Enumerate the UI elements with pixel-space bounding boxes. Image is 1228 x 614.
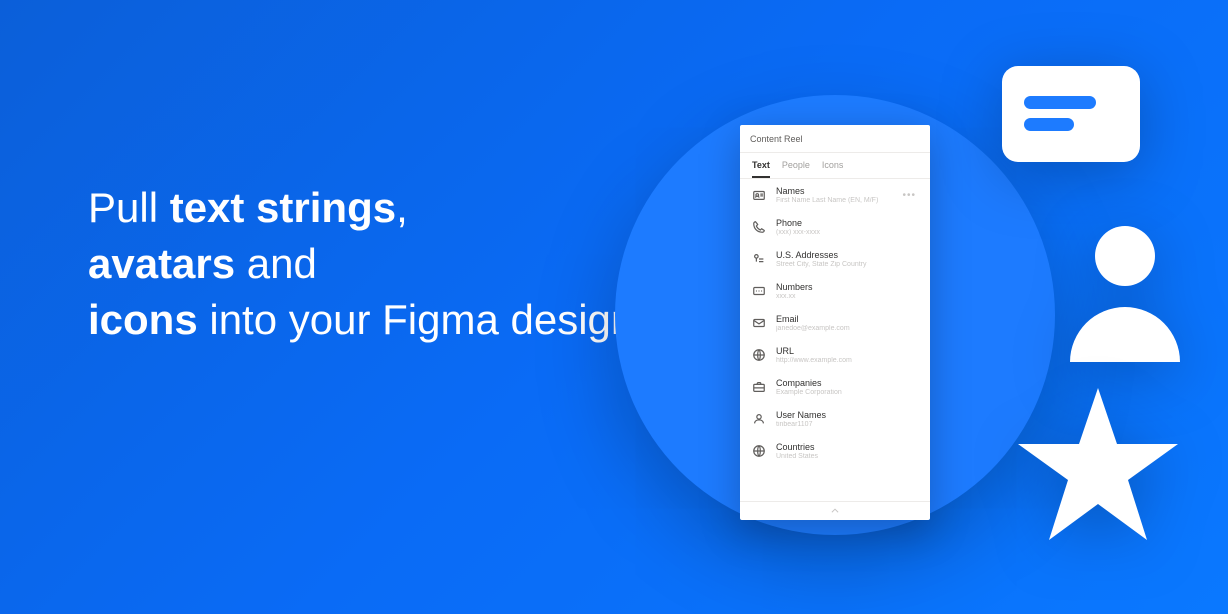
list-text: NamesFirst Name Last Name (EN, M/F) <box>776 186 890 204</box>
headline-part: into your Figma designs <box>198 296 656 343</box>
more-icon[interactable]: ••• <box>900 190 918 201</box>
list-item[interactable]: Emailjanedoe@example.com <box>740 307 930 339</box>
list-label: Email <box>776 314 918 324</box>
name-tag-icon <box>752 188 766 202</box>
star-icon <box>1018 388 1178 540</box>
list-sublabel: First Name Last Name (EN, M/F) <box>776 197 890 204</box>
globe-icon <box>752 444 766 458</box>
list-sublabel: Street City, State Zip Country <box>776 261 918 268</box>
list-item[interactable]: U.S. AddressesStreet City, State Zip Cou… <box>740 243 930 275</box>
list-item[interactable]: User Namestinbear1107 <box>740 403 930 435</box>
list-text: Emailjanedoe@example.com <box>776 314 918 332</box>
list-item[interactable]: NamesFirst Name Last Name (EN, M/F) ••• <box>740 179 930 211</box>
headline-bold: avatars <box>88 240 235 287</box>
list-sublabel: tinbear1107 <box>776 421 918 428</box>
panel-header: Content Reel <box>740 125 930 153</box>
headline-part: and <box>235 240 317 287</box>
tab-text[interactable]: Text <box>752 153 770 178</box>
list-label: Companies <box>776 378 918 388</box>
headline-part: , <box>396 184 408 231</box>
list-sublabel: janedoe@example.com <box>776 325 918 332</box>
list-sublabel: http://www.example.com <box>776 357 918 364</box>
list-label: Countries <box>776 442 918 452</box>
hero-headline: Pull text strings, avatars and icons int… <box>88 180 655 348</box>
list-label: URL <box>776 346 918 356</box>
user-icon <box>752 412 766 426</box>
list-text: User Namestinbear1107 <box>776 410 918 428</box>
list-item[interactable]: CountriesUnited States <box>740 435 930 467</box>
list-label: U.S. Addresses <box>776 250 918 260</box>
panel-title: Content Reel <box>750 134 803 144</box>
list-item[interactable]: Phone(xxx) xxx-xxxx <box>740 211 930 243</box>
headline-bold: icons <box>88 296 198 343</box>
headline-bold: text strings <box>170 184 396 231</box>
list-item[interactable]: URLhttp://www.example.com <box>740 339 930 371</box>
panel-list: NamesFirst Name Last Name (EN, M/F) ••• Ph… <box>740 179 930 501</box>
list-label: Names <box>776 186 890 196</box>
panel-tabs: Text People Icons <box>740 153 930 179</box>
list-sublabel: Example Corporation <box>776 389 918 396</box>
list-text: Phone(xxx) xxx-xxxx <box>776 218 918 236</box>
globe-icon <box>752 348 766 362</box>
list-text: URLhttp://www.example.com <box>776 346 918 364</box>
number-icon <box>752 284 766 298</box>
list-text: Numbersxxx.xx <box>776 282 918 300</box>
list-label: User Names <box>776 410 918 420</box>
briefcase-icon <box>752 380 766 394</box>
list-item[interactable]: CompaniesExample Corporation <box>740 371 930 403</box>
list-item[interactable]: Numbersxxx.xx <box>740 275 930 307</box>
tab-people[interactable]: People <box>782 153 810 178</box>
person-icon <box>1070 222 1180 362</box>
list-label: Numbers <box>776 282 918 292</box>
list-text: U.S. AddressesStreet City, State Zip Cou… <box>776 250 918 268</box>
list-sublabel: United States <box>776 453 918 460</box>
phone-icon <box>752 220 766 234</box>
mail-icon <box>752 316 766 330</box>
location-icon <box>752 252 766 266</box>
message-icon <box>1002 66 1140 174</box>
list-sublabel: (xxx) xxx-xxxx <box>776 229 918 236</box>
chevron-up-icon <box>830 506 840 516</box>
list-text: CountriesUnited States <box>776 442 918 460</box>
tab-icons[interactable]: Icons <box>822 153 844 178</box>
panel-expand-button[interactable] <box>740 501 930 520</box>
list-label: Phone <box>776 218 918 228</box>
content-reel-panel: Content Reel Text People Icons NamesFirs… <box>740 125 930 520</box>
headline-part: Pull <box>88 184 170 231</box>
list-sublabel: xxx.xx <box>776 293 918 300</box>
list-text: CompaniesExample Corporation <box>776 378 918 396</box>
